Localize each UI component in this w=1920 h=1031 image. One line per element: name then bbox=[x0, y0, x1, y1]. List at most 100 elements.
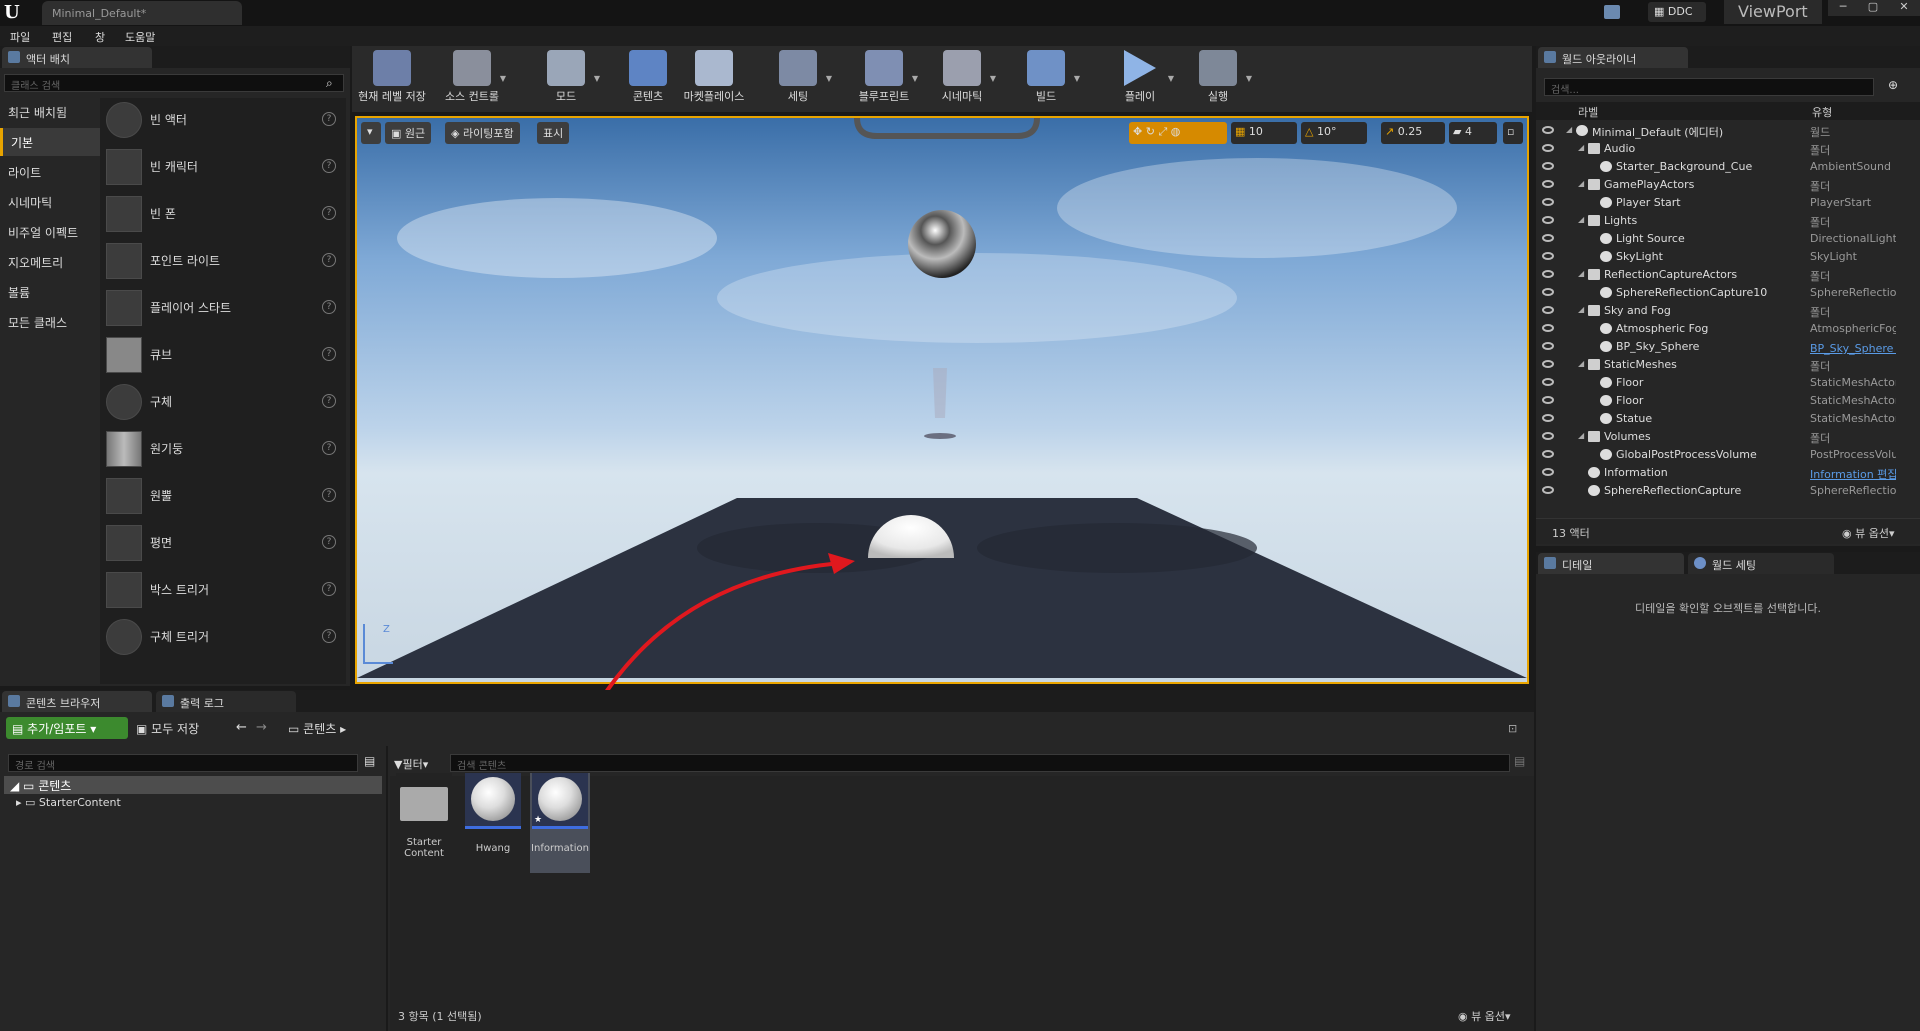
content-view-options[interactable]: ◉ 뷰 옵션▾ bbox=[1458, 1008, 1511, 1024]
actor-item[interactable]: 빈 액터? bbox=[102, 98, 342, 142]
splitter[interactable] bbox=[386, 746, 388, 1031]
category-visual-effects[interactable]: 비주얼 이펙트 bbox=[0, 218, 100, 246]
tab-details[interactable]: 디테일 bbox=[1538, 553, 1684, 574]
help-icon[interactable]: ? bbox=[322, 535, 336, 549]
visibility-eye-icon[interactable] bbox=[1542, 198, 1554, 206]
outliner-search-input[interactable]: 검색... bbox=[1544, 78, 1874, 96]
save-search-icon[interactable]: ▤ bbox=[1514, 754, 1525, 768]
minimize-button[interactable]: ─ bbox=[1828, 0, 1858, 16]
asset-information[interactable]: ★ Information bbox=[530, 773, 590, 873]
show-button[interactable]: 표시 bbox=[537, 122, 570, 144]
outliner-row[interactable]: GlobalPostProcessVolume PostProcessVolun bbox=[1536, 446, 1896, 464]
outliner-row[interactable]: Statue StaticMeshActor bbox=[1536, 410, 1896, 428]
outliner-row[interactable]: BP_Sky_Sphere BP_Sky_Sphere 편 bbox=[1536, 338, 1896, 356]
asset-folder-starter-content[interactable]: Starter Content bbox=[394, 773, 454, 873]
asset-hwang[interactable]: Hwang bbox=[463, 773, 523, 873]
ddc-button[interactable]: ▦ DDC bbox=[1648, 2, 1706, 22]
visibility-eye-icon[interactable] bbox=[1542, 486, 1554, 494]
marketplace-button[interactable]: 마켓플레이스 bbox=[678, 48, 750, 106]
maximize-button[interactable]: ▢ bbox=[1858, 0, 1888, 16]
help-icon[interactable]: ? bbox=[322, 394, 336, 408]
visibility-eye-icon[interactable] bbox=[1542, 432, 1554, 440]
visibility-eye-icon[interactable] bbox=[1542, 234, 1554, 242]
cinematics-button[interactable]: 시네마틱 ▼ bbox=[926, 48, 998, 106]
outliner-row[interactable]: ◢ Audio 폴더 bbox=[1536, 140, 1896, 158]
outliner-row[interactable]: Floor StaticMeshActor bbox=[1536, 374, 1896, 392]
visibility-eye-icon[interactable] bbox=[1542, 396, 1554, 404]
category-recent[interactable]: 최근 배치됨 bbox=[0, 98, 100, 126]
path-search-input[interactable]: 경로 검색 bbox=[8, 754, 358, 772]
actor-item[interactable]: 구체 트리거? bbox=[102, 615, 342, 659]
camera-speed[interactable]: ▰ 4 bbox=[1449, 122, 1497, 144]
help-icon[interactable]: ? bbox=[322, 206, 336, 220]
visibility-eye-icon[interactable] bbox=[1542, 216, 1554, 224]
visibility-eye-icon[interactable] bbox=[1542, 252, 1554, 260]
visibility-eye-icon[interactable] bbox=[1542, 360, 1554, 368]
outliner-row[interactable]: ◢ GamePlayActors 폴더 bbox=[1536, 176, 1896, 194]
scale-snap[interactable]: ↗ 0.25 bbox=[1381, 122, 1445, 144]
actor-item[interactable]: 원기둥? bbox=[102, 427, 342, 471]
maximize-viewport-button[interactable]: ▫ bbox=[1503, 122, 1523, 144]
tree-root[interactable]: ◢ ▭ 콘텐츠 bbox=[4, 776, 382, 794]
category-volumes[interactable]: 볼륨 bbox=[0, 278, 100, 306]
menu-edit[interactable]: 편집 bbox=[52, 29, 72, 45]
outliner-view-options[interactable]: ◉ 뷰 옵션▾ bbox=[1842, 525, 1895, 541]
tab-world-settings[interactable]: 월드 세팅 bbox=[1688, 553, 1834, 574]
help-icon[interactable]: ? bbox=[322, 441, 336, 455]
visibility-eye-icon[interactable] bbox=[1542, 162, 1554, 170]
help-icon[interactable]: ? bbox=[322, 629, 336, 643]
outliner-row[interactable]: ◢ Sky and Fog 폴더 bbox=[1536, 302, 1896, 320]
outliner-row[interactable]: Light Source DirectionalLight bbox=[1536, 230, 1896, 248]
visibility-eye-icon[interactable] bbox=[1542, 126, 1554, 134]
statue-mesh[interactable] bbox=[933, 368, 947, 418]
outliner-row[interactable]: SphereReflectionCapture SphereReflectionC bbox=[1536, 482, 1896, 500]
tab-world-outliner[interactable]: 월드 아웃라이너 bbox=[1538, 47, 1688, 68]
outliner-row[interactable]: ◢ ReflectionCaptureActors 폴더 bbox=[1536, 266, 1896, 284]
save-level-button[interactable]: 현재 레벨 저장 bbox=[356, 48, 428, 106]
category-lights[interactable]: 라이트 bbox=[0, 158, 100, 186]
tab-place-actors[interactable]: 액터 배치 bbox=[2, 47, 152, 68]
outliner-row[interactable]: Information Information 편집 bbox=[1536, 464, 1896, 482]
tab-output-log[interactable]: 출력 로그 bbox=[156, 691, 296, 712]
label-column[interactable]: 라벨 bbox=[1578, 104, 1598, 120]
outliner-row[interactable]: ◢ StaticMeshes 폴더 bbox=[1536, 356, 1896, 374]
visibility-eye-icon[interactable] bbox=[1542, 324, 1554, 332]
level-viewport[interactable]: ▾ ▣ 원근 ◈ 라이팅포함 표시 ✥ ↻ ⤢ ◍ ▦ 10 △ 10° ↗ 0… bbox=[355, 116, 1529, 684]
lit-mode-button[interactable]: ◈ 라이팅포함 bbox=[445, 122, 520, 144]
menu-window[interactable]: 창 bbox=[95, 29, 105, 45]
help-icon[interactable]: ? bbox=[322, 488, 336, 502]
tab-content-browser[interactable]: 콘텐츠 브라우저 bbox=[2, 691, 152, 712]
sources-toggle-icon[interactable]: ▤ bbox=[364, 754, 375, 768]
actor-item[interactable]: 빈 폰? bbox=[102, 192, 342, 236]
content-search-input[interactable]: 검색 콘텐츠 bbox=[450, 754, 1510, 772]
outliner-row[interactable]: Floor StaticMeshActor bbox=[1536, 392, 1896, 410]
outliner-row[interactable]: ◢ Minimal_Default (에디터) 월드 bbox=[1536, 122, 1896, 140]
outliner-row[interactable]: ◢ Volumes 폴더 bbox=[1536, 428, 1896, 446]
back-arrow-icon[interactable]: ← bbox=[236, 720, 247, 735]
visibility-eye-icon[interactable] bbox=[1542, 342, 1554, 350]
visibility-eye-icon[interactable] bbox=[1542, 378, 1554, 386]
category-cinematic[interactable]: 시네마틱 bbox=[0, 188, 100, 216]
actor-item[interactable]: 평면? bbox=[102, 521, 342, 565]
menu-help[interactable]: 도움말 bbox=[125, 29, 155, 45]
actor-item[interactable]: 큐브? bbox=[102, 333, 342, 377]
filter-button[interactable]: ▼필터▾ bbox=[394, 756, 428, 772]
launch-button[interactable]: 실행 ▼ bbox=[1182, 48, 1254, 106]
visibility-eye-icon[interactable] bbox=[1542, 414, 1554, 422]
outliner-item-type[interactable]: Information 편집 bbox=[1810, 466, 1896, 482]
build-button[interactable]: 빌드 ▼ bbox=[1010, 48, 1082, 106]
help-icon[interactable]: ? bbox=[322, 253, 336, 267]
actor-item[interactable]: 포인트 라이트? bbox=[102, 239, 342, 283]
add-actor-icon[interactable]: ⊕ bbox=[1888, 78, 1898, 92]
content-button[interactable]: 콘텐츠 bbox=[612, 48, 684, 106]
visibility-eye-icon[interactable] bbox=[1542, 450, 1554, 458]
viewport-options-button[interactable]: ▾ bbox=[361, 122, 381, 144]
notification-icon[interactable] bbox=[1604, 5, 1620, 19]
save-all-button[interactable]: ▣ 모두 저장 bbox=[136, 720, 199, 737]
outliner-row[interactable]: SkyLight SkyLight bbox=[1536, 248, 1896, 266]
add-import-button[interactable]: ▤ 추가/임포트 ▾ bbox=[6, 717, 128, 739]
outliner-row[interactable]: ◢ Lights 폴더 bbox=[1536, 212, 1896, 230]
settings-button[interactable]: 세팅 ▼ bbox=[762, 48, 834, 106]
actor-item[interactable]: 플레이어 스타트? bbox=[102, 286, 342, 330]
tree-item-starter-content[interactable]: ▸ ▭ StarterContent bbox=[16, 796, 121, 809]
